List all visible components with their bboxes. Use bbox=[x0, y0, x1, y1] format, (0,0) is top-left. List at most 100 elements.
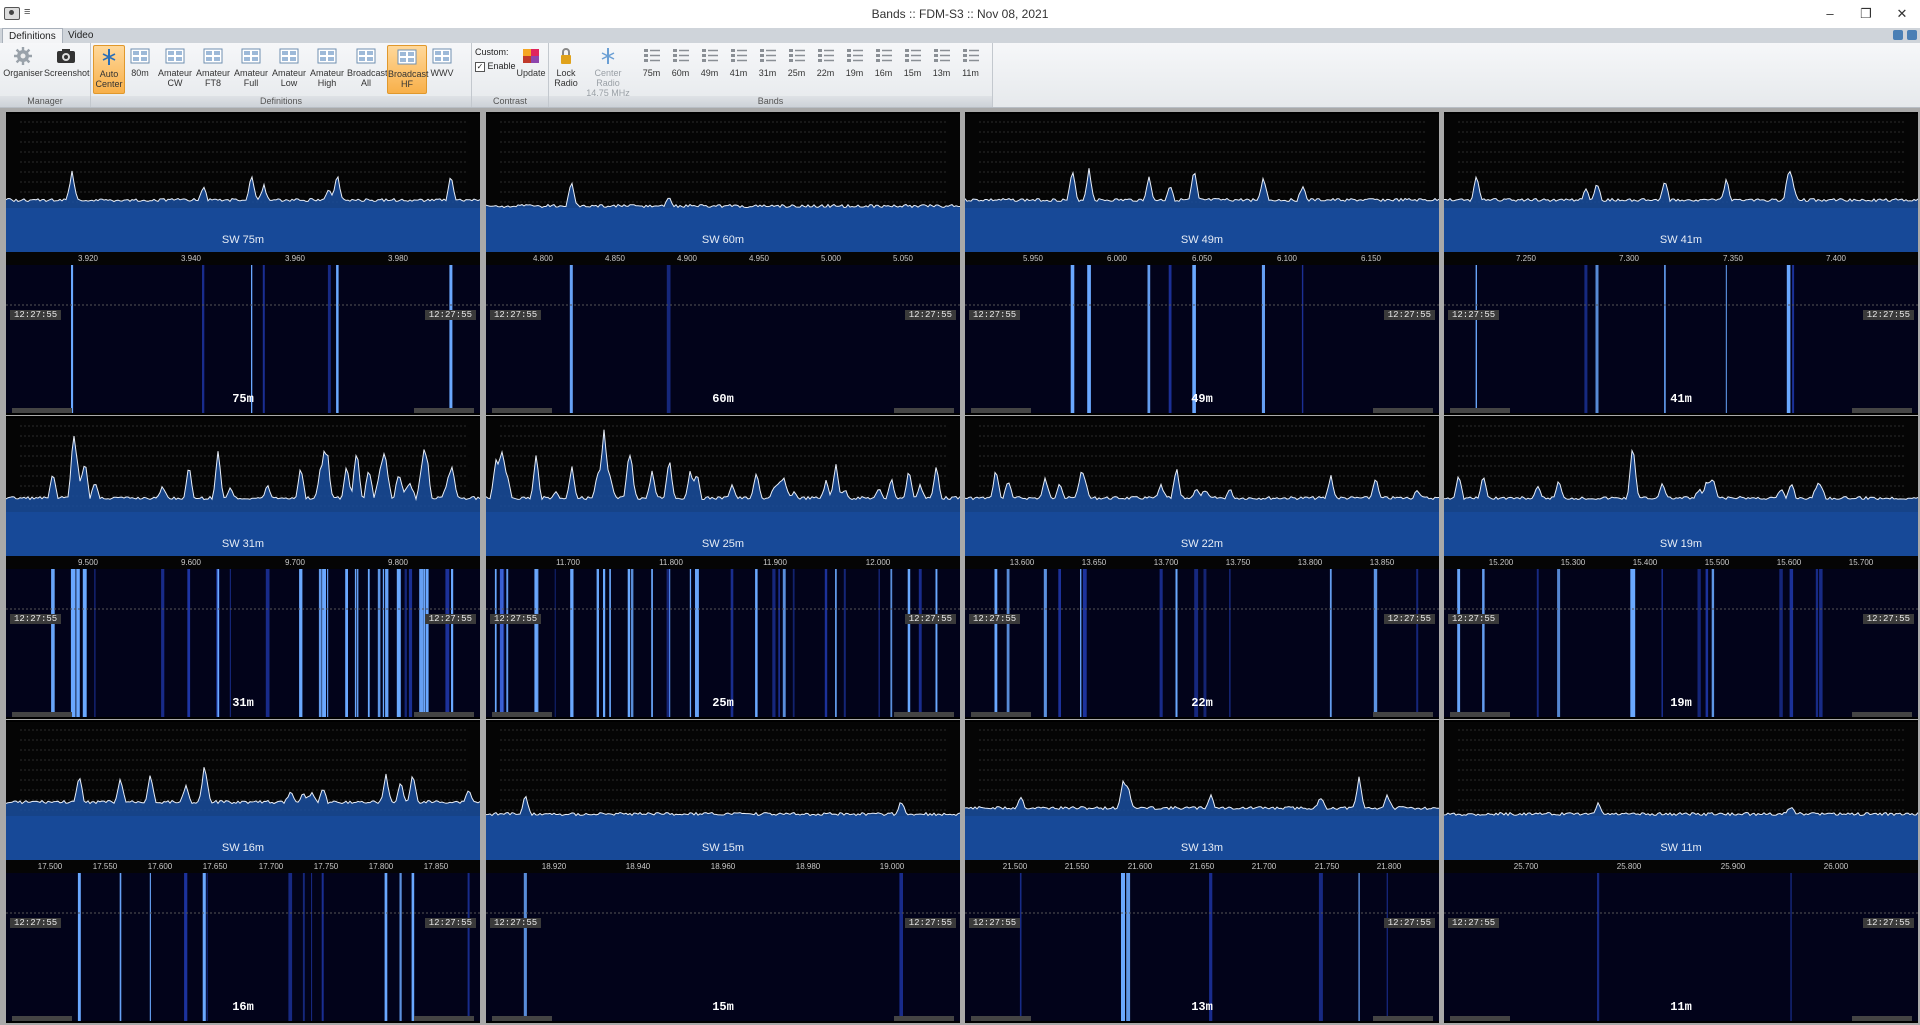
frequency-tick: 18.940 bbox=[625, 862, 651, 871]
spectrum-view[interactable]: SW 31m bbox=[6, 418, 480, 556]
band-panel-31m[interactable]: SW 31m 9.500 9.600 9.700 9.800 12:27:55 12:27:… bbox=[6, 416, 480, 719]
frequency-tick: 25.800 bbox=[1616, 862, 1642, 871]
band-panel-25m[interactable]: SW 25m 11.700 11.800 11.900 12.000 12:27:55 12… bbox=[486, 416, 960, 719]
spectrum-view[interactable]: SW 11m bbox=[1444, 722, 1918, 860]
frequency-tick: 25.700 bbox=[1513, 862, 1539, 871]
waterfall-view[interactable]: 12:27:55 12:27:55 15m bbox=[486, 873, 960, 1021]
waterfall-plot bbox=[486, 873, 960, 1021]
definitions-group: Auto Center 80m Amateur CW Amateur FT8 Amateur F… bbox=[91, 43, 472, 107]
window-layout-icon[interactable] bbox=[1893, 30, 1903, 40]
spectrum-view[interactable]: SW 49m bbox=[965, 114, 1439, 252]
waterfall-view[interactable]: 12:27:55 12:27:55 31m bbox=[6, 569, 480, 717]
band-panel-41m[interactable]: SW 41m 7.250 7.300 7.350 7.400 12:27:55 12:27:… bbox=[1444, 112, 1918, 415]
spectrum-view[interactable]: SW 60m bbox=[486, 114, 960, 252]
minimize-button[interactable]: – bbox=[1815, 4, 1845, 24]
band-button-11m[interactable]: 11m bbox=[957, 45, 984, 78]
waterfall-view[interactable]: 12:27:55 12:27:55 11m bbox=[1444, 873, 1918, 1021]
band-button-15m[interactable]: 15m bbox=[899, 45, 926, 78]
spectrum-view[interactable]: SW 22m bbox=[965, 418, 1439, 556]
definition-button-auto-center[interactable]: Auto Center bbox=[93, 45, 125, 94]
waterfall-view[interactable]: 12:27:55 12:27:55 41m bbox=[1444, 265, 1918, 413]
contrast-group: Custom: ✓ Enable Update Contrast bbox=[472, 43, 549, 107]
waterfall-view[interactable]: 12:27:55 12:27:55 16m bbox=[6, 873, 480, 1021]
waterfall-view[interactable]: 12:27:55 12:27:55 49m bbox=[965, 265, 1439, 413]
waterfall-plot bbox=[486, 265, 960, 413]
band-button-75m[interactable]: 75m bbox=[638, 45, 665, 78]
waterfall-plot bbox=[1444, 265, 1918, 413]
tab-video[interactable]: Video bbox=[62, 28, 99, 43]
spectrum-view[interactable]: SW 19m bbox=[1444, 418, 1918, 556]
definition-button-amateur-high[interactable]: Amateur High bbox=[309, 45, 345, 92]
band-button-49m[interactable]: 49m bbox=[696, 45, 723, 78]
band-button-19m[interactable]: 19m bbox=[841, 45, 868, 78]
waterfall-signal bbox=[627, 569, 630, 717]
definition-button-broadcast-all[interactable]: Broadcast All bbox=[347, 45, 388, 92]
enable-checkbox[interactable]: ✓ Enable bbox=[475, 61, 516, 72]
enable-check-box[interactable]: ✓ bbox=[475, 61, 485, 72]
spectrum-view[interactable]: SW 16m bbox=[6, 722, 480, 860]
band-panel-16m[interactable]: SW 16m 17.500 17.550 17.600 17.650 17.700 17.7… bbox=[6, 720, 480, 1023]
definition-button-80m[interactable]: 80m bbox=[125, 45, 155, 92]
update-label: Update bbox=[516, 68, 546, 78]
organiser-button[interactable]: Organiser bbox=[3, 45, 43, 78]
waterfall-signal bbox=[377, 569, 381, 717]
waterfall-footer-left bbox=[12, 1016, 72, 1021]
waterfall-signal bbox=[1705, 569, 1709, 717]
waterfall-signal bbox=[1819, 569, 1823, 717]
definition-button-amateur-full[interactable]: Amateur Full bbox=[233, 45, 269, 92]
band-button-16m[interactable]: 16m bbox=[870, 45, 897, 78]
band-title: SW 25m bbox=[701, 538, 745, 550]
definition-button-amateur-low[interactable]: Amateur Low bbox=[271, 45, 307, 92]
band-panel-11m[interactable]: SW 11m 25.700 25.800 25.900 26.000 12:27:55 12… bbox=[1444, 720, 1918, 1023]
spectrum-view[interactable]: SW 13m bbox=[965, 722, 1439, 860]
waterfall-signal bbox=[596, 569, 599, 717]
waterfall-signal bbox=[1261, 265, 1265, 413]
band-panel-19m[interactable]: SW 19m 15.200 15.300 15.400 15.500 15.600 15.7… bbox=[1444, 416, 1918, 719]
waterfall-view[interactable]: 12:27:55 12:27:55 22m bbox=[965, 569, 1439, 717]
band-panel-60m[interactable]: SW 60m 4.800 4.850 4.900 4.950 5.000 5.050 12:2… bbox=[486, 112, 960, 415]
waterfall-view[interactable]: 12:27:55 12:27:55 25m bbox=[486, 569, 960, 717]
definition-label-line1: Amateur bbox=[157, 68, 192, 78]
band-list-icon bbox=[933, 49, 950, 62]
waterfall-signal bbox=[1194, 569, 1199, 717]
waterfall-view[interactable]: 12:27:55 12:27:55 60m bbox=[486, 265, 960, 413]
spectrum-view[interactable]: SW 75m bbox=[6, 114, 480, 252]
lock-radio-button[interactable]: Lock Radio bbox=[553, 45, 579, 88]
band-panel-22m[interactable]: SW 22m 13.600 13.650 13.700 13.750 13.800 13.8… bbox=[965, 416, 1439, 719]
band-panel-75m[interactable]: SW 75m 3.920 3.940 3.960 3.980 12:27:55 12:27:… bbox=[6, 112, 480, 415]
frequency-tick: 21.600 bbox=[1127, 862, 1153, 871]
screenshot-button[interactable]: Screenshot bbox=[44, 45, 90, 78]
frequency-tick: 13.600 bbox=[1009, 558, 1035, 567]
update-button[interactable]: Update bbox=[516, 45, 546, 78]
display-icon[interactable] bbox=[1907, 30, 1917, 40]
band-panel-49m[interactable]: SW 49m 5.950 6.000 6.050 6.100 6.150 12:27:55 1… bbox=[965, 112, 1439, 415]
band-panel-15m[interactable]: SW 15m 18.920 18.940 18.960 18.980 19.000 12:2… bbox=[486, 720, 960, 1023]
definition-button-amateur-ft8[interactable]: Amateur FT8 bbox=[195, 45, 231, 92]
waterfall-background bbox=[486, 569, 960, 717]
waterfall-view[interactable]: 12:27:55 12:27:55 75m bbox=[6, 265, 480, 413]
waterfall-footer-left bbox=[492, 712, 552, 717]
band-button-60m[interactable]: 60m bbox=[667, 45, 694, 78]
spectrum-view[interactable]: SW 41m bbox=[1444, 114, 1918, 252]
definition-button-broadcast-hf[interactable]: Broadcast HF bbox=[387, 45, 429, 94]
band-button-41m[interactable]: 41m bbox=[725, 45, 752, 78]
waterfall-view[interactable]: 12:27:55 12:27:55 19m bbox=[1444, 569, 1918, 717]
band-panel-13m[interactable]: SW 13m 21.500 21.550 21.600 21.650 21.700 21.7… bbox=[965, 720, 1439, 1023]
waterfall-signal bbox=[651, 569, 653, 717]
band-button-13m[interactable]: 13m bbox=[928, 45, 955, 78]
close-button[interactable]: ✕ bbox=[1887, 4, 1917, 24]
band-button-31m[interactable]: 31m bbox=[754, 45, 781, 78]
waterfall-view[interactable]: 12:27:55 12:27:55 13m bbox=[965, 873, 1439, 1021]
spectrum-view[interactable]: SW 15m bbox=[486, 722, 960, 860]
spectrum-view[interactable]: SW 25m bbox=[486, 418, 960, 556]
waterfall-signal bbox=[445, 569, 450, 717]
band-button-25m[interactable]: 25m bbox=[783, 45, 810, 78]
tab-definitions[interactable]: Definitions bbox=[2, 28, 63, 44]
definition-button-amateur-cw[interactable]: Amateur CW bbox=[157, 45, 193, 92]
center-radio-button[interactable]: Center Radio 14.75 MHz bbox=[582, 45, 634, 98]
band-button-22m[interactable]: 22m bbox=[812, 45, 839, 78]
restore-button[interactable]: ❐ bbox=[1851, 4, 1881, 24]
definition-button-wwv[interactable]: WWV bbox=[427, 45, 457, 92]
timestamp-right: 12:27:55 bbox=[904, 310, 956, 320]
frequency-tick: 11.800 bbox=[659, 558, 683, 567]
